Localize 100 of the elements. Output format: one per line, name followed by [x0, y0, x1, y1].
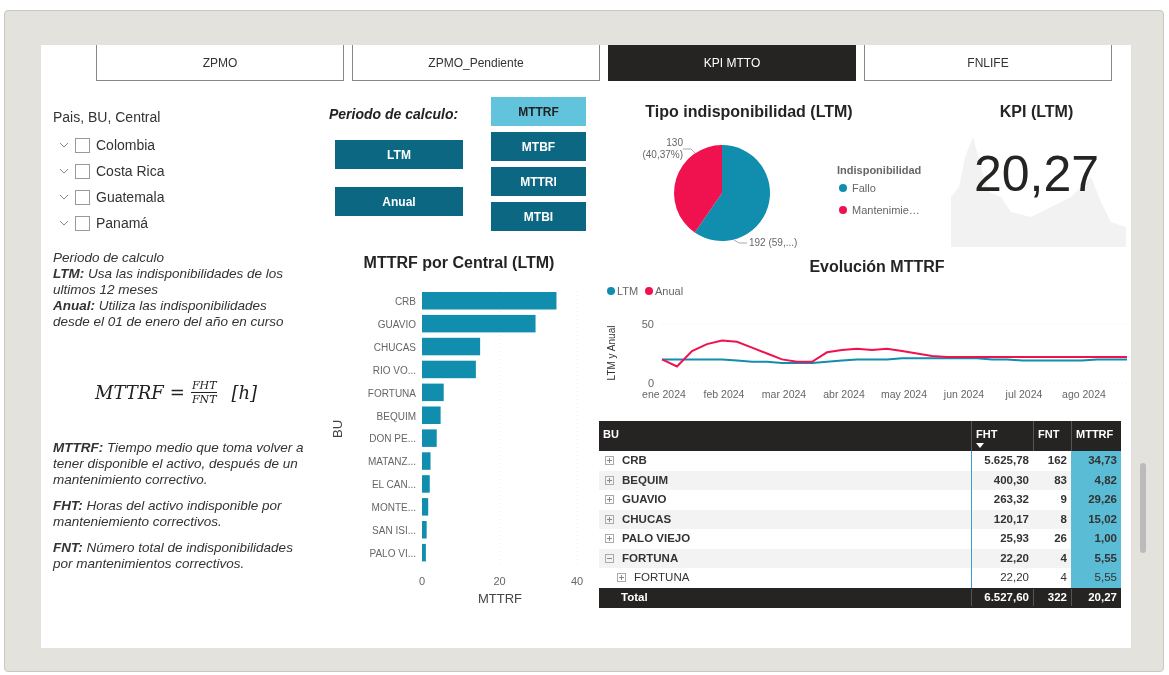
report-tab[interactable]: KPI MTTO	[608, 45, 856, 81]
table-cell-text: CRB	[622, 453, 647, 469]
period-button[interactable]: LTM	[335, 140, 463, 169]
tick-label: 0	[418, 575, 426, 587]
category-label: RIO VO...	[372, 364, 416, 376]
expand-icon[interactable]	[605, 514, 614, 524]
leader-line	[682, 148, 696, 154]
legend-label: Mantenimie…	[852, 203, 920, 218]
tick-label: 50	[641, 318, 654, 330]
category-label: DON PE...	[369, 433, 416, 445]
chevron-down-icon[interactable]	[59, 218, 69, 228]
table-cell-text: GUAVIO	[622, 492, 667, 508]
legend-title: Indisponibilidad	[837, 163, 922, 178]
tick-label: jun 2024	[943, 388, 985, 400]
category-label: BEQUIM	[376, 410, 416, 422]
table-cell-text: CHUCAS	[622, 511, 672, 527]
table-cell: 22,20	[971, 568, 1033, 588]
scrollbar-thumb[interactable]	[1140, 463, 1146, 553]
expand-icon[interactable]	[605, 456, 614, 466]
metric-button[interactable]: MTBI	[491, 202, 586, 231]
tick-label: abr 2024	[823, 388, 865, 400]
axis-title: BU	[330, 419, 345, 439]
table-cell-text: BEQUIM	[622, 472, 668, 488]
formula-unit: [h]	[231, 381, 258, 405]
chevron-down-icon[interactable]	[59, 192, 69, 202]
chart-title: MTTRF por Central (LTM)	[363, 254, 555, 271]
table-cell: 25,93	[971, 529, 1033, 549]
expand-icon[interactable]	[605, 495, 614, 505]
table-cell-text: 26	[1053, 531, 1068, 546]
tick-label: 40	[570, 575, 584, 587]
table-cell: 263,32	[971, 490, 1033, 510]
total-cell: 20,27	[1071, 588, 1121, 607]
report-tab[interactable]: FNLIFE	[864, 45, 1112, 81]
data-label: 192 (59,...)	[749, 236, 798, 250]
data-label: 130 (40,37%)	[641, 137, 683, 161]
table-cell-text: PALO VIEJO	[622, 531, 691, 547]
expand-icon[interactable]	[617, 573, 626, 583]
period-button[interactable]: Anual	[335, 187, 463, 216]
slicer-item-label[interactable]: Panamá	[96, 212, 149, 234]
equals-sign: =	[169, 381, 185, 405]
category-label: CHUCAS	[373, 341, 416, 353]
fraction-denominator: FNT	[191, 393, 217, 406]
table-cell: 4,82	[1071, 470, 1121, 490]
fraction-numerator: FHT	[190, 379, 218, 393]
axis-title: LTM y Anual	[606, 325, 617, 381]
table-cell: 5,55	[1071, 568, 1121, 588]
period-title: Periodo de calculo:	[329, 105, 460, 124]
category-label: PALO VI...	[369, 547, 416, 559]
expand-icon[interactable]	[605, 475, 614, 485]
table-cell-text: 9	[1059, 492, 1068, 507]
legend-label: Fallo	[852, 181, 876, 196]
metric-button[interactable]: MTTRI	[491, 167, 586, 196]
chart-title: Tipo indisponibilidad (LTM)	[644, 102, 854, 122]
chart-title: Evolución MTTRF	[809, 258, 945, 275]
definition-text: FHT: Horas del activo indisponible por manteniemiento correctivos.	[53, 498, 283, 530]
expand-icon[interactable]	[605, 534, 614, 544]
tick-label: jul 2024	[1005, 388, 1043, 400]
tick-label: may 2024	[880, 388, 928, 400]
report-tab[interactable]: ZPMO	[96, 45, 344, 81]
column-header[interactable]: BU	[599, 421, 971, 451]
chevron-down-icon[interactable]	[59, 166, 69, 176]
legend-label: Anual	[655, 285, 684, 297]
tick-label: 0	[647, 377, 654, 389]
checkbox[interactable]	[75, 137, 90, 153]
period-note: Periodo de calculo LTM: Usa las indisponibilidades de los ultimos 12 meses Anual: Utiliza las indisponibilidades desde el 01 de enero del año en curso	[53, 250, 285, 330]
category-label: MATANZ...	[368, 456, 416, 468]
tick-label: ene 2024	[642, 388, 686, 400]
category-label: EL CAN...	[371, 479, 416, 491]
checkbox[interactable]	[75, 163, 90, 179]
tick-label: feb 2024	[703, 388, 745, 400]
collapse-icon[interactable]	[605, 553, 614, 563]
table-cell: 5.625,78	[971, 451, 1033, 471]
checkbox[interactable]	[75, 215, 90, 231]
category-label: FORTUNA	[367, 387, 416, 399]
category-label: MONTE...	[371, 502, 416, 514]
total-cell: 6.527,60	[971, 588, 1033, 607]
table-cell-text: 8	[1059, 511, 1068, 527]
slicer-item-label[interactable]: Colombia	[96, 134, 156, 156]
table-cell: 15,02	[1071, 509, 1121, 529]
axis-title: MTTRF	[478, 591, 522, 606]
tick-label: ago 2024	[1062, 388, 1106, 400]
category-label: CRB	[394, 296, 416, 307]
table-cell-text: 162	[1046, 453, 1068, 468]
chevron-down-icon[interactable]	[59, 140, 69, 150]
category-label: SAN ISI...	[372, 525, 416, 536]
metric-button[interactable]: MTBF	[491, 132, 586, 161]
checkbox[interactable]	[75, 189, 90, 205]
table-cell: 29,26	[1071, 490, 1121, 510]
category-label: GUAVIO	[377, 318, 416, 330]
slicer-item-label[interactable]: Guatemala	[96, 186, 165, 208]
metric-button[interactable]: MTTRF	[491, 97, 586, 126]
tick-label: mar 2024	[761, 388, 807, 400]
total-cell: 322	[1033, 588, 1071, 607]
formula-term: MTTRF	[95, 381, 164, 405]
leader-line	[733, 239, 748, 244]
kpi-value: 20,27	[973, 146, 1100, 202]
legend-label: LTM	[617, 285, 639, 297]
table-cell: 1,00	[1071, 529, 1121, 549]
slicer-item-label[interactable]: Costa Rica	[96, 160, 165, 182]
report-tab[interactable]: ZPMO_Pendiente	[352, 45, 600, 81]
